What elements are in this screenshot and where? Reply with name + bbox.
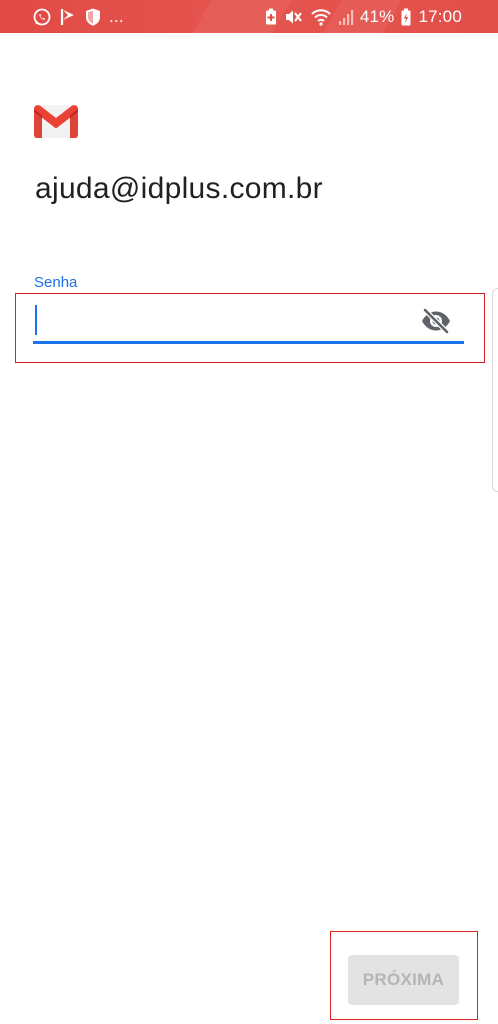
text-cursor xyxy=(35,305,37,335)
wifi-icon xyxy=(310,7,332,27)
status-bar: ... 41% 17:00 xyxy=(0,0,498,33)
battery-charging-icon xyxy=(400,7,412,27)
next-button[interactable]: PRÓXIMA xyxy=(348,955,459,1005)
clock: 17:00 xyxy=(418,7,462,26)
edge-panel-handle[interactable] xyxy=(492,288,498,492)
signal-icon xyxy=(338,7,354,27)
whatsapp-icon xyxy=(32,7,52,27)
battery-percent: 41% xyxy=(359,7,395,26)
password-field-label: Senha xyxy=(34,274,78,291)
status-right-icons: 41% 17:00 xyxy=(264,6,462,28)
mute-icon xyxy=(284,7,304,27)
status-left-icons: ... xyxy=(32,6,124,28)
gmail-logo-icon xyxy=(34,105,78,138)
more-notifications-indicator: ... xyxy=(109,7,124,26)
battery-saver-icon xyxy=(264,7,278,27)
password-input[interactable] xyxy=(34,300,424,340)
shield-icon xyxy=(84,7,102,27)
account-email: ajuda@idplus.com.br xyxy=(35,172,323,205)
visibility-off-icon[interactable] xyxy=(420,307,452,335)
password-field-underline xyxy=(33,341,464,344)
flag-icon xyxy=(59,7,77,27)
